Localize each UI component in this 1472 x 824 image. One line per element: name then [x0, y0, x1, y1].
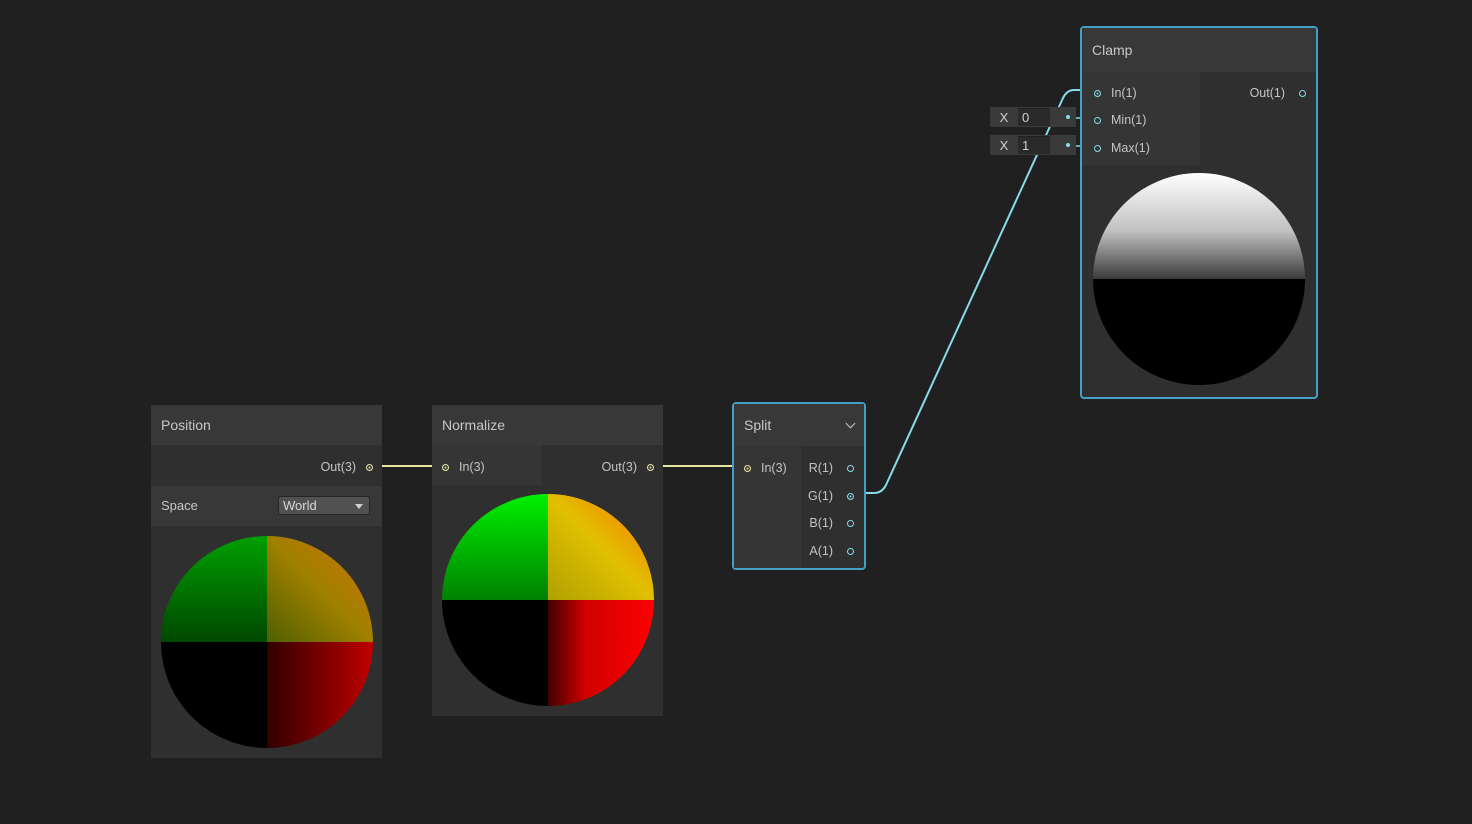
space-label: Space	[161, 498, 198, 513]
input-port-in[interactable]: In(1)	[1094, 86, 1137, 100]
normalize-node[interactable]: Normalize In(3) Out(3)	[432, 405, 663, 716]
input-port-max[interactable]: Max(1)	[1094, 141, 1150, 155]
input-port-in[interactable]: In(3)	[442, 460, 485, 474]
port-label: Out(3)	[320, 460, 356, 474]
port-label: Max(1)	[1111, 141, 1150, 155]
node-header[interactable]: Split	[734, 404, 864, 446]
node-header[interactable]: Position	[151, 405, 382, 445]
port-label: Out(3)	[601, 460, 637, 474]
node-title: Position	[161, 417, 211, 433]
clamp-preview	[1093, 173, 1305, 385]
port-dot[interactable]	[847, 464, 854, 472]
node-header[interactable]: Normalize	[432, 405, 663, 445]
port-label: In(3)	[761, 461, 787, 475]
port-label: A(1)	[809, 544, 833, 558]
node-title: Split	[744, 417, 772, 433]
output-port-g[interactable]: G(1)	[808, 489, 854, 503]
port-label: In(1)	[1111, 86, 1137, 100]
port-dot[interactable]	[847, 547, 854, 555]
input-port-in[interactable]: In(3)	[744, 461, 787, 475]
port-label: Out(1)	[1249, 86, 1285, 100]
input-port-min[interactable]: Min(1)	[1094, 113, 1146, 127]
port-dot[interactable]	[1094, 144, 1101, 152]
node-title: Clamp	[1092, 42, 1133, 58]
output-port-r[interactable]: R(1)	[809, 461, 854, 475]
dropdown-value: World	[283, 498, 317, 513]
output-port-b[interactable]: B(1)	[809, 516, 854, 530]
node-title: Normalize	[442, 417, 506, 433]
axis-label: X	[999, 109, 1009, 125]
port-dot[interactable]	[442, 463, 449, 471]
port-dot[interactable]	[366, 463, 373, 471]
clamp-node[interactable]: Clamp In(1) Min(1) Max(1) Out(1)	[1080, 26, 1318, 399]
port-dot[interactable]	[1094, 116, 1101, 124]
field-connector	[1050, 135, 1076, 155]
output-port-out[interactable]: Out(3)	[321, 460, 373, 474]
port-dot[interactable]	[847, 519, 854, 527]
position-node[interactable]: Position Out(3) Space World	[151, 405, 382, 758]
space-dropdown[interactable]: World	[278, 496, 370, 515]
collapse-chevron-icon[interactable]	[845, 418, 856, 429]
port-label: G(1)	[808, 489, 833, 503]
position-preview	[161, 536, 373, 748]
max-value-input[interactable]: 1	[1018, 136, 1050, 154]
port-dot[interactable]	[847, 492, 854, 500]
node-header[interactable]: Clamp	[1082, 28, 1316, 72]
port-label: Min(1)	[1111, 113, 1147, 127]
port-dot[interactable]	[1094, 89, 1101, 97]
port-dot[interactable]	[647, 463, 654, 471]
port-dot[interactable]	[1299, 89, 1306, 97]
port-label: R(1)	[808, 461, 833, 475]
port-label: B(1)	[809, 516, 833, 530]
port-label: In(3)	[459, 460, 485, 474]
field-connector	[1050, 107, 1076, 127]
clamp-max-field[interactable]: X 1	[990, 135, 1076, 155]
clamp-min-field[interactable]: X 0	[990, 107, 1076, 127]
axis-label: X	[999, 137, 1009, 153]
output-port-out[interactable]: Out(3)	[602, 460, 654, 474]
port-dot[interactable]	[744, 464, 751, 472]
chevron-down-icon	[355, 504, 363, 509]
min-value-input[interactable]: 0	[1018, 108, 1050, 126]
split-node[interactable]: Split In(3) R(1) G(1) B(1) A(1)	[732, 402, 866, 570]
space-row: Space World	[151, 486, 382, 526]
normalize-preview	[442, 494, 654, 706]
output-port-out[interactable]: Out(1)	[1250, 86, 1306, 100]
output-port-a[interactable]: A(1)	[809, 544, 854, 558]
